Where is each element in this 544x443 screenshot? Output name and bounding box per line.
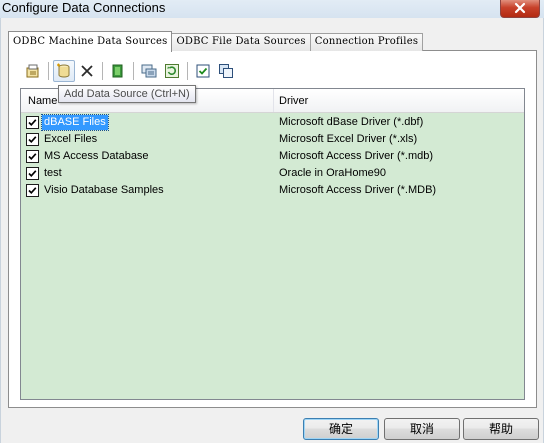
toolbar-separator xyxy=(187,62,188,80)
checkmark-icon xyxy=(28,153,37,161)
add-data-source-button[interactable] xyxy=(53,60,75,82)
refresh-icon xyxy=(165,64,179,78)
checkmark-icon xyxy=(28,136,37,144)
list-item[interactable]: test Oracle in OraHome90 xyxy=(21,165,524,182)
add-data-source-icon xyxy=(57,63,70,78)
row-checkbox[interactable] xyxy=(26,116,39,129)
tab-odbc-file-data-sources[interactable]: ODBC File Data Sources xyxy=(171,33,311,51)
tab-strip: ODBC Machine Data Sources ODBC File Data… xyxy=(8,30,424,52)
row-driver: Oracle in OraHome90 xyxy=(279,167,386,179)
row-name: MS Access Database xyxy=(44,150,149,162)
row-checkbox[interactable] xyxy=(26,133,39,146)
checkmark-icon xyxy=(28,170,37,178)
data-source-list[interactable]: Name Driver dBASE Files Microsoft dBase … xyxy=(20,88,525,400)
help-button[interactable]: 帮助 xyxy=(463,418,539,440)
connect-icon xyxy=(112,64,123,78)
properties-icon xyxy=(26,64,39,78)
configure-icon xyxy=(141,64,157,78)
list-item[interactable]: MS Access Database Microsoft Access Driv… xyxy=(21,148,524,165)
row-name: test xyxy=(44,167,62,179)
copy-button[interactable] xyxy=(215,60,237,82)
cancel-button[interactable]: 取消 xyxy=(384,418,460,440)
select-all-icon xyxy=(196,64,210,78)
list-rows: dBASE Files Microsoft dBase Driver (*.db… xyxy=(21,114,524,199)
toolbar xyxy=(22,60,238,82)
row-name: Excel Files xyxy=(44,133,98,145)
list-item[interactable]: dBASE Files Microsoft dBase Driver (*.db… xyxy=(21,114,524,131)
toolbar-separator xyxy=(48,62,49,80)
list-item[interactable]: Visio Database Samples Microsoft Access … xyxy=(21,182,524,199)
row-driver: Microsoft dBase Driver (*.dbf) xyxy=(279,116,424,128)
checkmark-icon xyxy=(28,119,37,127)
row-name: dBASE Files xyxy=(41,114,109,131)
tab-connection-profiles[interactable]: Connection Profiles xyxy=(309,33,424,51)
toolbar-separator xyxy=(102,62,103,80)
row-checkbox[interactable] xyxy=(26,184,39,197)
properties-button[interactable] xyxy=(22,60,44,82)
checkmark-icon xyxy=(28,187,37,195)
copy-icon xyxy=(219,64,233,78)
tab-odbc-machine-data-sources[interactable]: ODBC Machine Data Sources xyxy=(8,31,173,52)
tooltip: Add Data Source (Ctrl+N) xyxy=(58,85,196,103)
row-checkbox[interactable] xyxy=(26,150,39,163)
column-divider[interactable] xyxy=(273,89,274,112)
row-name: Visio Database Samples xyxy=(44,184,164,196)
delete-button[interactable] xyxy=(76,60,98,82)
row-driver: Microsoft Access Driver (*.mdb) xyxy=(279,150,434,162)
ok-button[interactable]: 确定 xyxy=(303,418,379,440)
title-bar: Configure Data Connections xyxy=(0,0,544,18)
window-title: Configure Data Connections xyxy=(2,0,166,15)
list-item[interactable]: Excel Files Microsoft Excel Driver (*.xl… xyxy=(21,131,524,148)
row-driver: Microsoft Access Driver (*.MDB) xyxy=(279,184,437,196)
row-driver: Microsoft Excel Driver (*.xls) xyxy=(279,133,418,145)
select-all-button[interactable] xyxy=(192,60,214,82)
configure-button[interactable] xyxy=(138,60,160,82)
column-header-name[interactable]: Name xyxy=(28,95,57,107)
close-button[interactable] xyxy=(500,0,540,18)
row-checkbox[interactable] xyxy=(26,167,39,180)
toolbar-separator xyxy=(133,62,134,80)
column-header-driver[interactable]: Driver xyxy=(279,95,308,107)
refresh-button[interactable] xyxy=(161,60,183,82)
connect-button[interactable] xyxy=(107,60,129,82)
close-icon xyxy=(514,2,526,13)
delete-icon xyxy=(81,65,93,77)
